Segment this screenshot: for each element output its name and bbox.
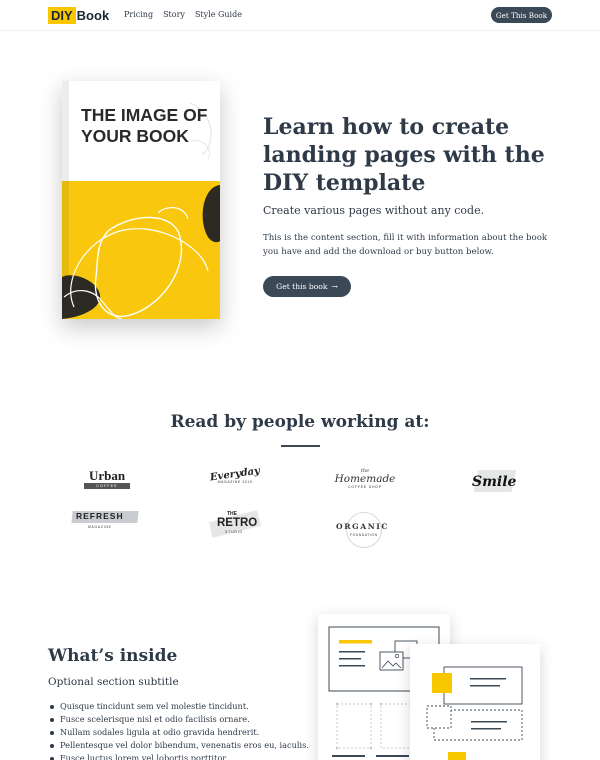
inside-subtitle: Optional section subtitle (48, 676, 179, 688)
list-item: Nullam sodales ligula at odio gravida he… (50, 726, 300, 739)
button-label: Get this book (276, 282, 328, 291)
logo-urban-coffee: Urban COFFEE (84, 469, 130, 489)
logo-refresh-name: REFRESH (76, 511, 124, 521)
logo-book: Book (76, 8, 110, 23)
nav-link-style-guide[interactable]: Style Guide (195, 10, 242, 19)
nav-link-pricing[interactable]: Pricing (124, 10, 153, 19)
logo-refresh-magazine: REFRESH MAGAZINE (71, 510, 140, 532)
logo-homemade-name: Homemade (334, 473, 396, 485)
logo-retro-sub: STUDIO (225, 530, 244, 534)
wireframe-illustration (426, 666, 523, 760)
book-cover-title: THE IMAGE OF YOUR BOOK (81, 105, 208, 146)
logo-retro-name: RETRO (217, 517, 258, 529)
hero-subtitle: Create various pages without any code. (263, 204, 485, 217)
logo-homemade-sub: COFFEE SHOP (348, 485, 382, 489)
get-this-book-button[interactable]: Get this book → (263, 276, 351, 297)
hero-title: Learn how to create landing pages with t… (263, 114, 545, 196)
logo-everyday-magazine: Everyday MAGAZINE 2019 (205, 466, 265, 484)
logo-organic-foundation: ORGANIC FOUNDATION (334, 512, 398, 548)
inside-title: What’s inside (48, 646, 178, 666)
get-this-book-nav-button[interactable]: Get This Book (491, 7, 552, 23)
logo-homemade-coffee: the Homemade COFFEE SHOP (333, 468, 397, 489)
logo-refresh-sub: MAGAZINE (88, 525, 112, 529)
layout-illustration-card-front (410, 644, 540, 760)
logo-organic-name: ORGANIC (336, 522, 390, 531)
hero-body: This is the content section, fill it wit… (263, 233, 548, 257)
site-logo[interactable]: DIY Book (48, 7, 109, 24)
logo-urban-name: Urban (88, 468, 126, 483)
nav-links: Pricing Story Style Guide (124, 10, 242, 19)
title-divider (281, 445, 320, 447)
logo-smile-name: Smile (472, 474, 517, 490)
logo-smile: Smile (466, 468, 522, 496)
inside-list: Quisque tincidunt sem vel molestie tinci… (50, 700, 309, 760)
list-item: Fusce scelerisque nisl et odio facilisis… (50, 713, 300, 726)
logo-retro-studio: THE RETRO STUDIO (208, 510, 264, 538)
list-item: Pellentesque vel dolor bibendum, venenat… (50, 740, 309, 750)
list-item: Fusce luctus lorem vel lobortis porttito… (50, 752, 300, 760)
logo-organic-sub: FOUNDATION (350, 533, 378, 537)
logo-urban-sub: COFFEE (84, 483, 130, 489)
arrow-right-icon: → (331, 282, 338, 291)
top-nav: DIY Book Pricing Story Style Guide Get T… (0, 0, 600, 31)
list-item: Quisque tincidunt sem vel molestie tinci… (50, 700, 300, 713)
nav-link-story[interactable]: Story (163, 10, 185, 19)
book-cover: THE IMAGE OF YOUR BOOK (62, 81, 220, 319)
logo-diy: DIY (48, 7, 76, 24)
readers-title: Read by people working at: (170, 412, 430, 432)
